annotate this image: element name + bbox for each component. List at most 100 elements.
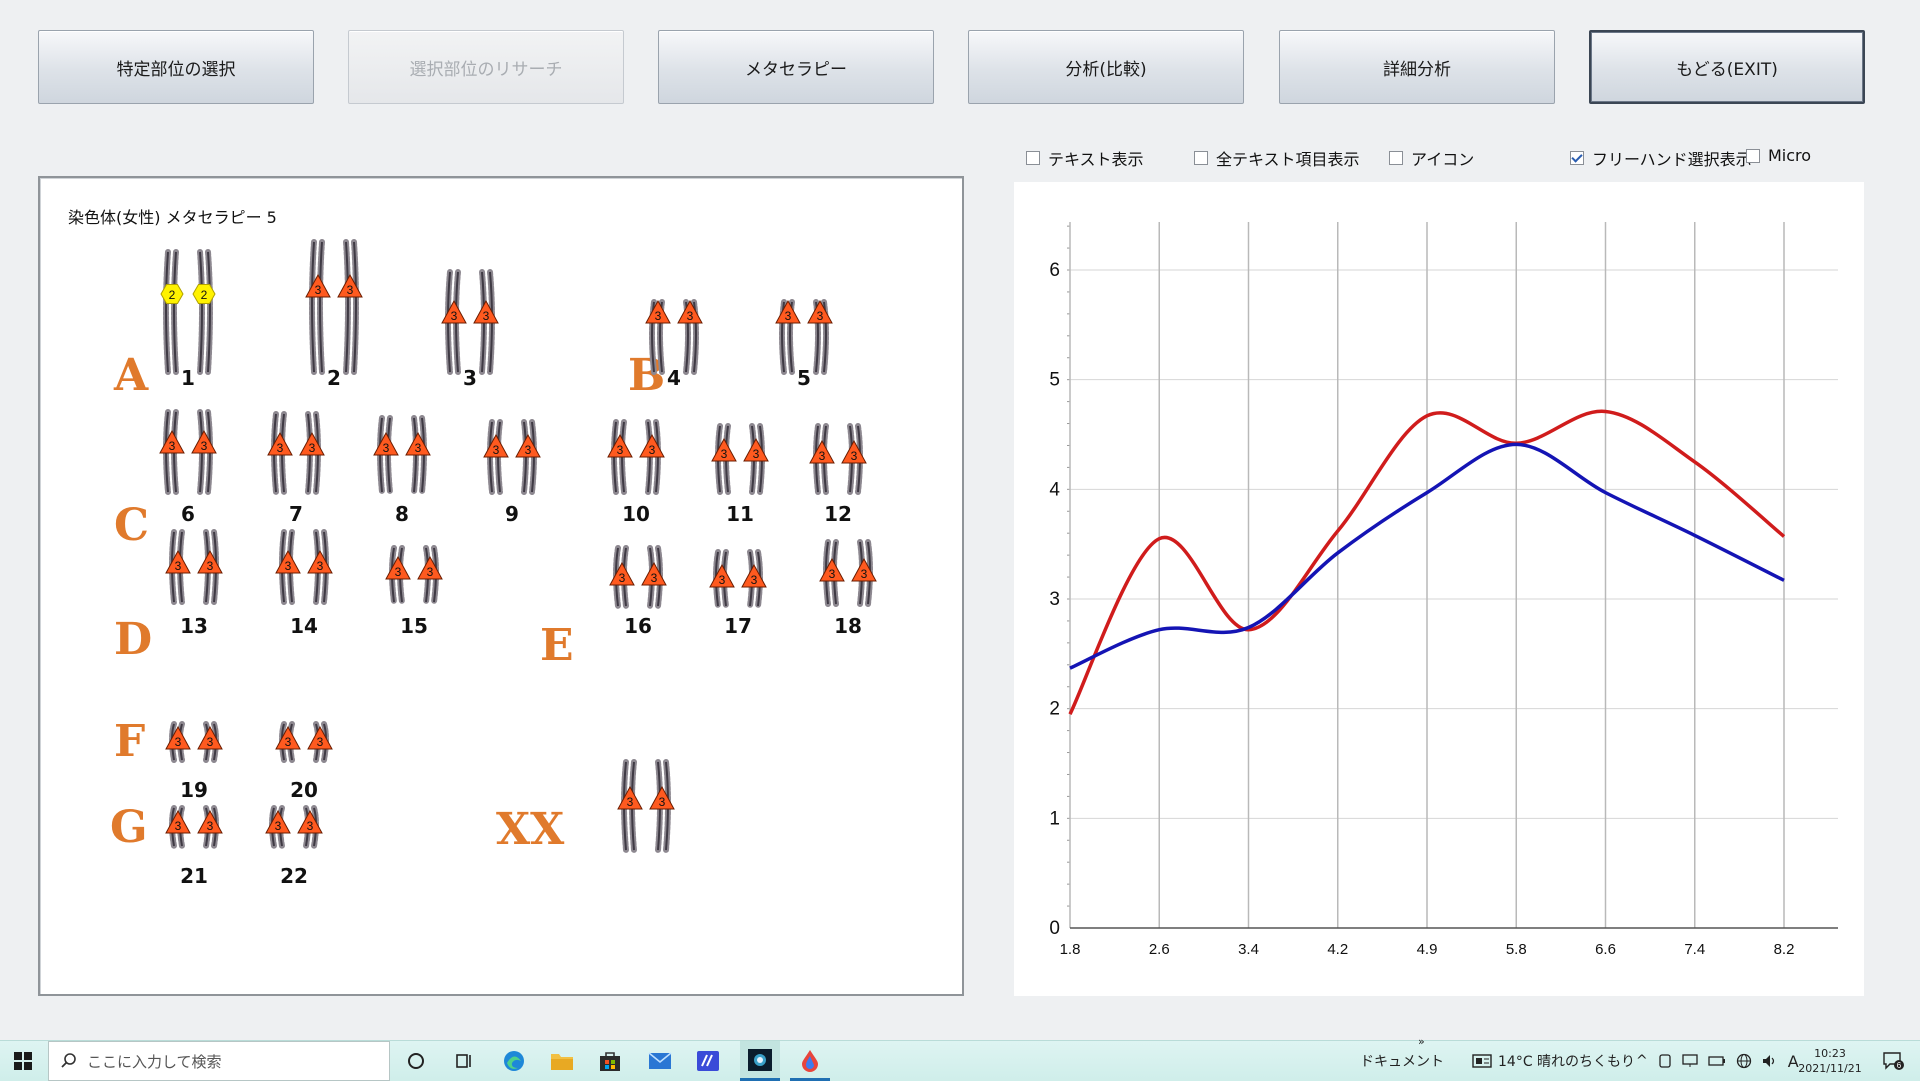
chromosome-pair-14[interactable]: 33 [261,528,347,616]
exit-button[interactable]: もどる(EXIT) [1589,30,1865,104]
y-tick-label: 6 [1049,260,1060,281]
analysis-compare-button[interactable]: 分析(比較) [968,30,1244,104]
marker-number: 3 [169,439,176,453]
triangle-marker[interactable]: 3 [677,299,703,324]
marker-number: 3 [525,443,532,457]
documents-toolbar[interactable]: ドキュメント [1360,1041,1444,1081]
all-text-items-checkbox[interactable] [1194,151,1208,165]
detailed-analysis-button[interactable]: 詳細分析 [1279,30,1555,104]
hexagon-marker[interactable]: 2 [160,284,184,304]
app-icon [697,1051,719,1071]
chart-panel: 0 1 2 3 4 5 6 1.8 2.6 3.4 4.2 4.9 5.8 6.6 7.4 8.2 [1014,182,1864,996]
chromosome-number: 4 [667,366,681,390]
display-icon[interactable] [1682,1054,1698,1068]
group-label-e: E [540,620,574,671]
micro-checkbox[interactable] [1746,148,1760,163]
folder-icon [551,1054,573,1070]
x-tick-label: 5.8 [1506,941,1527,958]
marker-number: 3 [861,567,868,581]
marker-number: 3 [819,449,826,463]
chromosome-pair-16[interactable]: 33 [595,544,681,620]
speaker-icon[interactable] [1762,1054,1778,1068]
chromosome-pair-17[interactable]: 33 [695,548,781,620]
marker-number: 3 [315,283,322,297]
metatherapy-button[interactable]: メタセラピー [658,30,934,104]
chromosome-number: 3 [463,366,477,390]
x-tick-label: 3.4 [1238,941,1259,958]
task-view-button[interactable] [448,1041,480,1081]
paint-taskbar-button[interactable] [790,1041,830,1081]
marker-number: 3 [687,309,694,323]
marker-number: 3 [753,447,760,461]
chromosome-number: 10 [622,502,650,526]
store-taskbar-button[interactable] [594,1041,626,1081]
chromosome-pair-20[interactable]: 33 [261,720,347,774]
marker-number: 3 [619,571,626,585]
chromosome-pair-19[interactable]: 33 [151,720,237,774]
marker-number: 3 [649,443,656,457]
chromosome-number: 8 [395,502,409,526]
active-app-taskbar-button[interactable] [740,1041,780,1081]
icon-checkbox[interactable] [1389,151,1403,165]
all-text-items-option[interactable]: 全テキスト項目表示 [1194,146,1360,170]
x-tick-label: 1.8 [1060,941,1081,958]
device-icon[interactable] [1658,1054,1672,1068]
text-display-checkbox[interactable] [1026,151,1040,165]
select-region-button[interactable]: 特定部位の選択 [38,30,314,104]
start-button[interactable] [0,1041,46,1081]
triangle-marker[interactable]: 3 [775,299,801,324]
notification-center-button[interactable]: 6 [1878,1041,1908,1081]
chevron-up-icon[interactable]: ^ [1636,1053,1648,1069]
chromosome-pair-7[interactable]: 33 [253,410,339,506]
karyotype-panel: 染色体(女性) メタセラピー 5 A B C D E F G XX 221332… [38,176,964,996]
freehand-option[interactable]: フリーハンド選択表示 [1570,146,1752,170]
chromosome-pair-15[interactable]: 33 [371,544,457,616]
chromosome-pair-13[interactable]: 33 [151,528,237,616]
chromosome-pair-22[interactable]: 33 [251,804,337,860]
chromosome-number: 7 [289,502,303,526]
app-taskbar-button[interactable] [692,1041,724,1081]
triangle-marker[interactable]: 3 [645,299,671,324]
active-app-icon [748,1048,772,1071]
chromosome-pair-xx[interactable]: 33 [603,758,689,864]
marker-number: 3 [207,559,214,573]
explorer-taskbar-button[interactable] [546,1041,578,1081]
micro-option[interactable]: Micro [1746,146,1811,165]
marker-number: 3 [493,443,500,457]
triangle-marker[interactable]: 3 [807,299,833,324]
research-region-button[interactable]: 選択部位のリサーチ [348,30,624,104]
network-globe-icon[interactable] [1736,1053,1752,1069]
marker-number: 3 [175,735,182,749]
store-icon [600,1052,620,1071]
chromosome-pair-18[interactable]: 33 [805,538,891,618]
chromosome-pair-6[interactable]: 33 [145,408,231,506]
chromosome-pair-2[interactable]: 33 [291,238,377,386]
marker-number: 3 [395,565,402,579]
freehand-checkbox[interactable] [1570,151,1584,165]
chromosome-pair-21[interactable]: 33 [151,804,237,860]
chromosome-pair-9[interactable]: 33 [469,418,555,506]
text-display-option[interactable]: テキスト表示 [1026,146,1144,170]
clock[interactable]: 10:23 2021/11/21 [1790,1041,1870,1081]
chromosome-number: 11 [726,502,754,526]
battery-icon[interactable] [1708,1055,1726,1067]
edge-taskbar-button[interactable] [498,1041,530,1081]
mail-taskbar-button[interactable] [644,1041,676,1081]
chromosome-pair-11[interactable]: 33 [697,422,783,506]
toolbar-expand-icon[interactable]: » [1418,1031,1425,1051]
icon-option-label: アイコン [1411,150,1475,169]
chromosome-number: 2 [327,366,341,390]
marker-number: 3 [751,573,758,587]
karyotype-title: 染色体(女性) メタセラピー 5 [68,208,277,227]
taskbar-search[interactable]: ここに入力して検索 [48,1041,390,1081]
marker-number: 3 [829,567,836,581]
chromosome-pair-12[interactable]: 33 [795,422,881,506]
cortana-button[interactable] [400,1041,432,1081]
chromosome-pair-8[interactable]: 33 [359,414,445,506]
notification-count: 6 [1897,1061,1902,1070]
marker-number: 3 [175,559,182,573]
icon-option[interactable]: アイコン [1389,146,1474,170]
chromosome-pair-10[interactable]: 33 [593,418,679,506]
hexagon-marker[interactable]: 2 [192,284,216,304]
weather-widget[interactable]: 14°C 晴れのちくもり [1472,1041,1635,1081]
